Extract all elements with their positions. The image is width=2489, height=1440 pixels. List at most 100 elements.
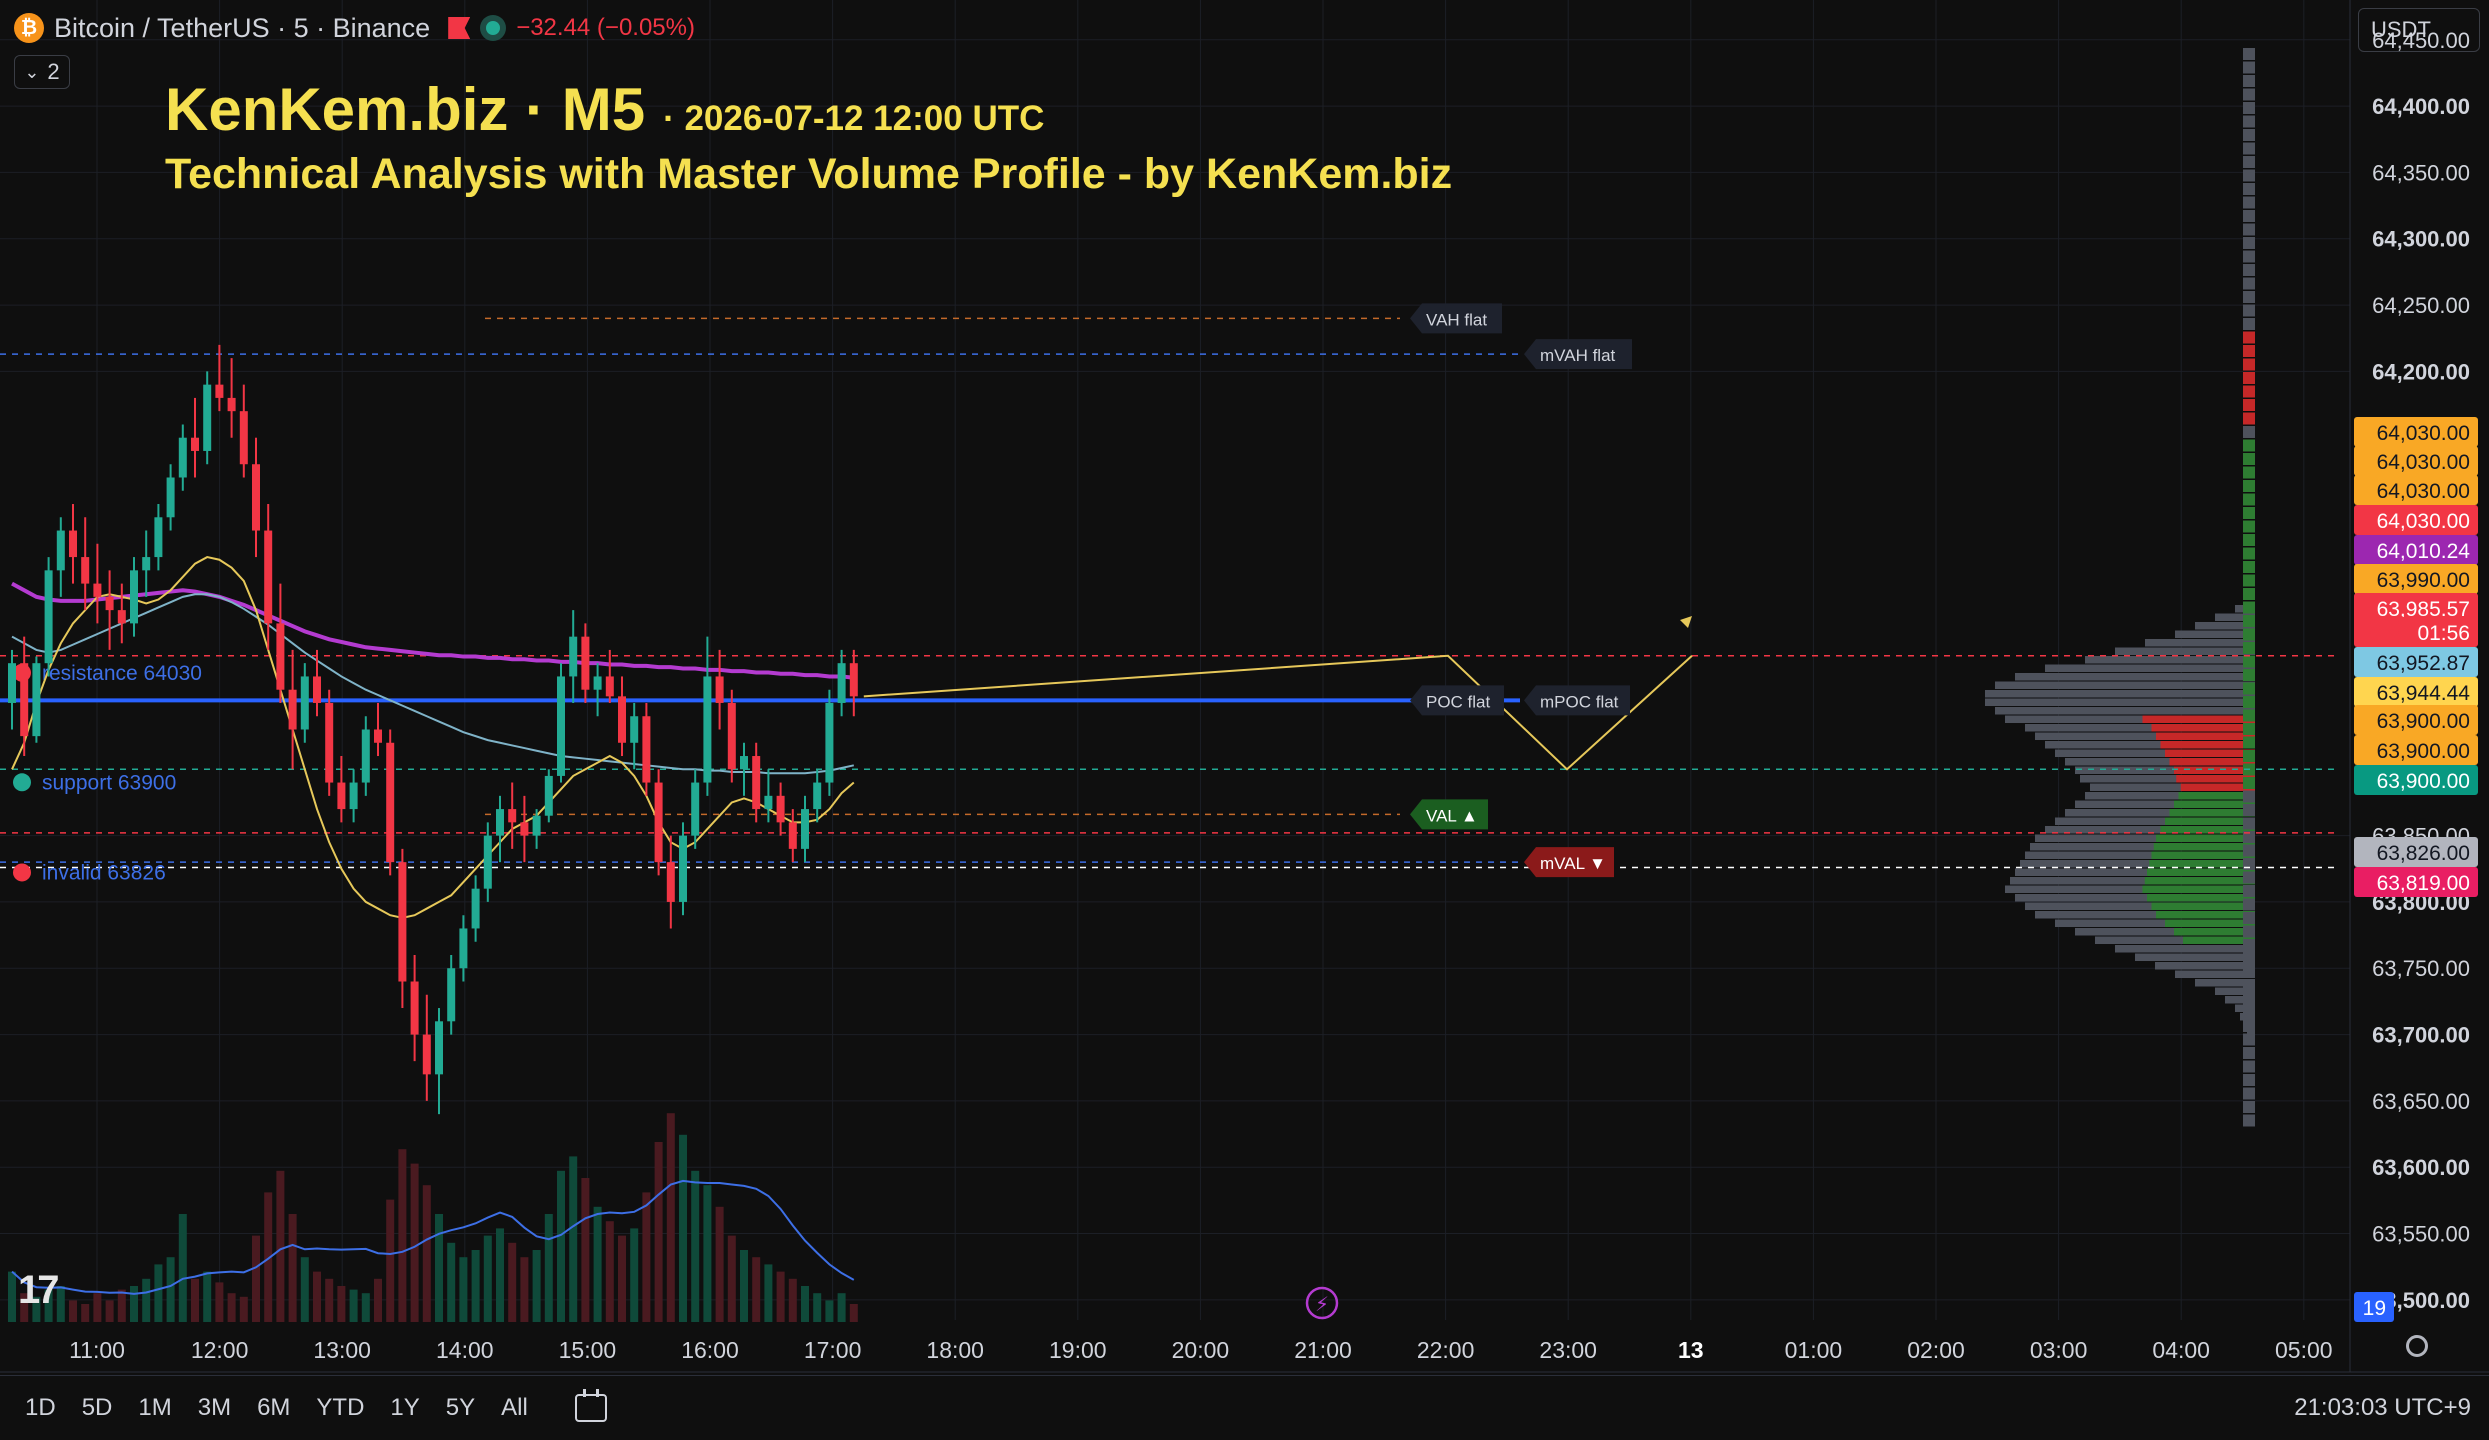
overlay-subtitle: Technical Analysis with Master Volume Pr… [165,150,1453,198]
candle-body [740,756,748,770]
volume-bar [557,1170,565,1322]
volume-bar [361,1293,370,1322]
range-6m-button[interactable]: 6M [244,1394,303,1422]
master-profile-cell [2243,790,2255,803]
symbol-text[interactable]: Bitcoin / TetherUS · 5 · Binance [54,13,430,44]
volume-bar [593,1206,602,1322]
volume-bar [8,1271,16,1322]
profile-bar-delta [2149,860,2255,868]
candle-body [44,570,53,664]
master-profile-cell [2243,966,2255,978]
profile-tag-label: VAL ▲ [1426,806,1478,825]
candle-body [508,809,517,823]
price-change: −32.44 (−0.05%) [516,14,695,41]
candle-body [752,756,761,810]
candle-body [166,477,175,518]
candle-body [618,696,626,743]
candles [8,344,858,1115]
gear-icon[interactable] [2406,1335,2428,1357]
master-profile-cell [2243,142,2255,155]
volume-bar [105,1300,114,1322]
price-label: 64,030.00 [2377,510,2470,533]
profile-bar-delta [2160,741,2255,749]
candle-body [239,411,248,465]
profile-tag-label: POC flat [1426,692,1491,711]
clock[interactable]: 21:03:03 UTC+9 [2294,1394,2471,1422]
master-profile-cell [2243,61,2255,74]
candle-body [813,782,822,810]
currency-button[interactable]: USDT [2358,8,2480,52]
candle-body [593,676,602,690]
range-1y-button[interactable]: 1Y [377,1394,432,1422]
time-tick-label: 02:00 [1907,1337,1965,1363]
range-5y-button[interactable]: 5Y [433,1394,488,1422]
price-tick-label: 64,200.00 [2372,359,2470,384]
profile-bar-delta [2156,911,2255,919]
range-all-button[interactable]: All [488,1394,541,1422]
volume-bar [740,1250,748,1322]
volume-bar [837,1293,846,1322]
price-label: 64,030.00 [2377,422,2470,445]
candle-body [849,663,858,697]
master-profile-cell [2243,210,2255,222]
master-profile-cell [2243,804,2255,816]
market-status-icon[interactable] [480,15,507,41]
master-profile-cell [2243,1020,2255,1032]
candle-body [605,676,614,697]
candle-body [679,835,687,902]
overlay-title: KenKem.biz · M5 · 2026-07-12 12:00 UTC [165,75,1044,144]
volume-bar [727,1235,736,1322]
chart-canvas[interactable]: ⚡ resistance 64030 support 63900 invalid 6… [0,0,2489,1440]
candle-body [93,583,102,597]
time-tick-label: 17:00 [804,1337,862,1363]
symbol-header[interactable]: ₿ Bitcoin / TetherUS · 5 · Binance −32.4… [14,10,695,46]
range-ytd-button[interactable]: YTD [303,1394,377,1422]
volume-bar [410,1163,419,1322]
candle-body [532,815,541,836]
price-axis[interactable]: 64,450.0064,400.0064,350.0064,300.0064,2… [2349,0,2478,1372]
volume-bar [203,1271,212,1322]
master-profile-cell [2243,669,2255,681]
volume-bar [447,1242,456,1322]
volume-bar [300,1257,309,1322]
master-profile-cell [2243,1114,2255,1127]
candle-body [410,981,419,1035]
time-axis[interactable]: 11:00 12:00 13:00 14:00 15:00 16:00 17:00 18:00… [0,1337,2489,1373]
level-marker-icon [13,773,31,792]
volume-bar [398,1149,407,1322]
volume-bar [801,1286,809,1322]
calendar-icon[interactable] [574,1389,607,1422]
time-tick-label: 19:00 [1049,1337,1107,1363]
candle-body [630,716,639,743]
candle-body [788,822,797,849]
candle-body [276,623,285,690]
flag-icon[interactable] [448,17,471,39]
collapse-indicators-button[interactable]: ⌄ 2 [14,55,70,89]
master-profile-cell [2243,439,2255,452]
candle-body [703,676,712,783]
range-1d-button[interactable]: 1D [12,1394,69,1422]
master-profile-cell [2243,277,2255,290]
candle-body [654,782,663,863]
volume-bar [788,1278,797,1322]
master-profile-cell [2243,844,2255,857]
profile-bar-delta [2160,664,2255,672]
range-3m-button[interactable]: 3M [185,1394,244,1422]
tradingview-logo[interactable]: 17 [18,1268,59,1313]
candle-body [349,782,358,810]
volume-bar [605,1221,614,1322]
price-label: 64,010.24 [2377,540,2471,563]
candle-body [398,862,407,982]
master-profile-cell [2243,858,2255,870]
volume-ma-line [11,1179,855,1295]
volume-bar [93,1293,102,1322]
master-profile-cell [2243,1074,2255,1086]
price-label: 63,900.00 [2377,710,2470,733]
range-1m-button[interactable]: 1M [125,1394,184,1422]
range-5d-button[interactable]: 5D [69,1394,126,1422]
time-tick-label: 11:00 [69,1337,125,1363]
master-profile-cell [2243,129,2255,141]
level-label: support 63900 [42,771,176,794]
master-profile-cell [2243,520,2255,533]
candle-body [496,809,504,836]
